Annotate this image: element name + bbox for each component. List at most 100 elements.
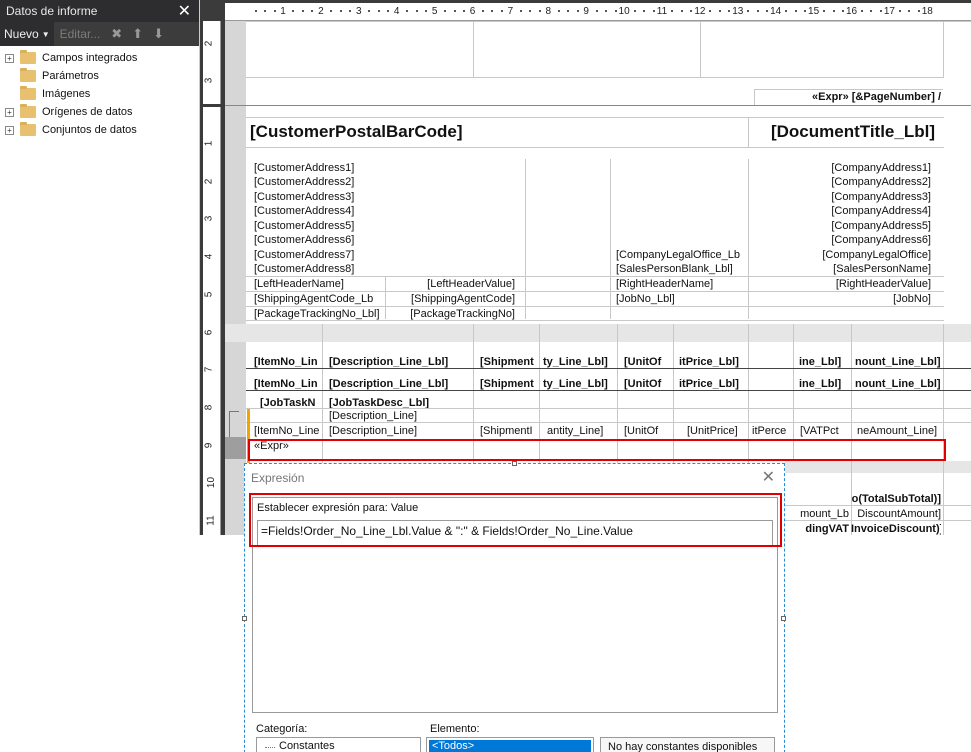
ruler-tick-mark	[368, 10, 371, 12]
expand-icon[interactable]: +	[5, 53, 14, 63]
ruler-tick-mark	[377, 10, 380, 12]
document-title[interactable]: [DocumentTitle_Lbl]	[725, 122, 935, 142]
right-header-value[interactable]: [RightHeaderValue]	[751, 277, 931, 291]
table-header-shipment[interactable]: [Shipment	[480, 355, 538, 369]
including-vat[interactable]: dingVAT	[785, 522, 849, 535]
ruler-tick-label: 12	[694, 6, 706, 17]
total-subtotal[interactable]: o(TotalSubTotal)]	[851, 492, 941, 506]
ruler-tick-mark	[453, 10, 456, 12]
customer-address-2[interactable]: [CustomerAddress2]	[254, 175, 354, 189]
salesperson-blank-label[interactable]: [SalesPersonBlank_Lbl]	[616, 262, 746, 276]
ruler-tick-mark	[264, 10, 267, 12]
new-button[interactable]: Nuevo ▼	[0, 22, 54, 46]
page-number-expr[interactable]: «Expr» [&PageNumber] /	[755, 90, 941, 104]
tree-item-data-sources[interactable]: + Orígenes de datos	[0, 103, 199, 121]
company-address-5[interactable]: [CompanyAddress5]	[745, 219, 931, 233]
customer-address-3[interactable]: [CustomerAddress3]	[254, 190, 354, 204]
ruler-tick-mark	[804, 10, 807, 12]
tree-item-images[interactable]: Imágenes	[0, 85, 199, 103]
ruler-tick-mark	[576, 10, 579, 12]
table-header-item-no-2[interactable]: [ItemNo_Lin	[254, 377, 320, 391]
table-header-item-no[interactable]: [ItemNo_Lin	[254, 355, 320, 369]
ruler-tick-label: 3	[203, 77, 215, 84]
customer-address-5[interactable]: [CustomerAddress5]	[254, 219, 354, 233]
discount-amount[interactable]: DiscountAmount]	[851, 507, 941, 521]
delete-icon[interactable]: ✖	[111, 26, 122, 42]
job-no-label[interactable]: [JobNo_Lbl]	[616, 292, 746, 306]
table-header-description[interactable]: [Description_Line_Lbl]	[329, 355, 469, 369]
table-header-vat[interactable]: ine_Lbl]	[799, 355, 849, 369]
category-item-constants[interactable]: Constantes	[279, 740, 335, 752]
left-header-value[interactable]: [LeftHeaderValue]	[385, 277, 515, 291]
customer-address-7[interactable]: [CustomerAddress7]	[254, 248, 354, 262]
company-legal-office-label[interactable]: [CompanyLegalOffice_Lb	[616, 248, 746, 262]
invoice-discount[interactable]: InvoiceDiscount)]	[851, 522, 941, 535]
detail-item-no[interactable]: [ItemNo_Line	[254, 424, 320, 438]
tree-item-builtin-fields[interactable]: + Campos integrados	[0, 49, 199, 67]
table-header-amount[interactable]: nount_Line_Lbl]	[855, 355, 941, 369]
company-address-6[interactable]: [CompanyAddress6]	[745, 233, 931, 247]
customer-address-8[interactable]: [CustomerAddress8]	[254, 262, 354, 276]
customer-address-4[interactable]: [CustomerAddress4]	[254, 204, 354, 218]
move-up-icon[interactable]: ⬆	[132, 26, 143, 42]
element-item-all[interactable]: <Todos>	[429, 740, 591, 752]
table-header-unit-price[interactable]: itPrice_Lbl]	[679, 355, 747, 369]
table-header-quantity[interactable]: ty_Line_Lbl]	[543, 355, 615, 369]
table-header-unit-of-measure[interactable]: [UnitOf	[624, 355, 672, 369]
table-header-vat-2[interactable]: ine_Lbl]	[799, 377, 849, 391]
detail-vat-pct[interactable]: [VATPct	[800, 424, 850, 438]
company-address-4[interactable]: [CompanyAddress4]	[745, 204, 931, 218]
customer-postal-barcode[interactable]: [CustomerPostalBarCode]	[250, 122, 463, 142]
detail-line-discount[interactable]: itPerce	[752, 424, 792, 438]
close-icon[interactable]: ✕	[762, 467, 775, 487]
close-icon[interactable]: ✕	[178, 1, 191, 21]
amount-label[interactable]: mount_Lb	[785, 507, 849, 521]
ruler-tick-mark	[728, 10, 731, 12]
company-legal-office[interactable]: [CompanyLegalOffice]	[751, 248, 931, 262]
detail-unit-of-measure[interactable]: [UnitOf	[624, 424, 672, 438]
data-tree: + Campos integrados Parámetros Imágenes …	[0, 46, 199, 139]
expression-editor: Establecer expresión para: Value =Fields…	[252, 497, 778, 713]
new-button-label: Nuevo	[4, 27, 39, 41]
dialog-title: Expresión	[251, 471, 305, 485]
move-down-icon[interactable]: ⬇	[153, 26, 164, 42]
tree-item-datasets[interactable]: + Conjuntos de datos	[0, 121, 199, 139]
description-line[interactable]: [Description_Line]	[329, 409, 469, 423]
ruler-tick-label: 2	[203, 40, 215, 47]
company-address-1[interactable]: [CompanyAddress1]	[745, 161, 931, 175]
salesperson-name[interactable]: [SalesPersonName]	[751, 262, 931, 276]
detail-shipment[interactable]: [ShipmentI	[480, 424, 538, 438]
table-header-unit-price-2[interactable]: itPrice_Lbl]	[679, 377, 747, 391]
right-header-name[interactable]: [RightHeaderName]	[616, 277, 746, 291]
expression-input[interactable]: =Fields!Order_No_Line_Lbl.Value & ":" & …	[257, 520, 773, 547]
expand-icon[interactable]: +	[5, 125, 14, 135]
package-tracking-no-label[interactable]: [PackageTrackingNo_Lbl]	[254, 307, 384, 321]
table-header-amount-2[interactable]: nount_Line_Lbl]	[855, 377, 941, 391]
table-header-description-2[interactable]: [Description_Line_Lbl]	[329, 377, 469, 391]
detail-description[interactable]: [Description_Line]	[329, 424, 469, 438]
table-header-shipment-2[interactable]: [Shipment	[480, 377, 538, 391]
package-tracking-no[interactable]: [PackageTrackingNo]	[385, 307, 515, 321]
selected-expression-highlight	[248, 439, 946, 461]
ruler-tick-mark	[766, 10, 769, 12]
customer-address-6[interactable]: [CustomerAddress6]	[254, 233, 354, 247]
shipping-agent-code[interactable]: [ShippingAgentCode]	[385, 292, 515, 306]
category-list[interactable]: Constantes	[256, 737, 421, 752]
detail-unit-price[interactable]: [UnitPrice]	[687, 424, 747, 438]
job-no[interactable]: [JobNo]	[751, 292, 931, 306]
ruler-tick-label: 6	[469, 6, 476, 17]
table-header-unit-of-measure-2[interactable]: [UnitOf	[624, 377, 672, 391]
ruler-tick-mark	[870, 10, 873, 12]
table-header-quantity-2[interactable]: ty_Line_Lbl]	[543, 377, 615, 391]
tree-item-parameters[interactable]: Parámetros	[0, 67, 199, 85]
shipping-agent-code-label[interactable]: [ShippingAgentCode_Lb	[254, 292, 384, 306]
element-list[interactable]: <Todos>	[426, 737, 594, 752]
expand-icon[interactable]: +	[5, 107, 14, 117]
company-address-3[interactable]: [CompanyAddress3]	[745, 190, 931, 204]
customer-address-1[interactable]: [CustomerAddress1]	[254, 161, 354, 175]
left-header-name[interactable]: [LeftHeaderName]	[254, 277, 384, 291]
company-address-2[interactable]: [CompanyAddress2]	[745, 175, 931, 189]
edit-button[interactable]: Editar...	[54, 27, 107, 41]
detail-quantity[interactable]: antity_Line]	[547, 424, 615, 438]
detail-amount[interactable]: neAmount_Line]	[857, 424, 941, 438]
